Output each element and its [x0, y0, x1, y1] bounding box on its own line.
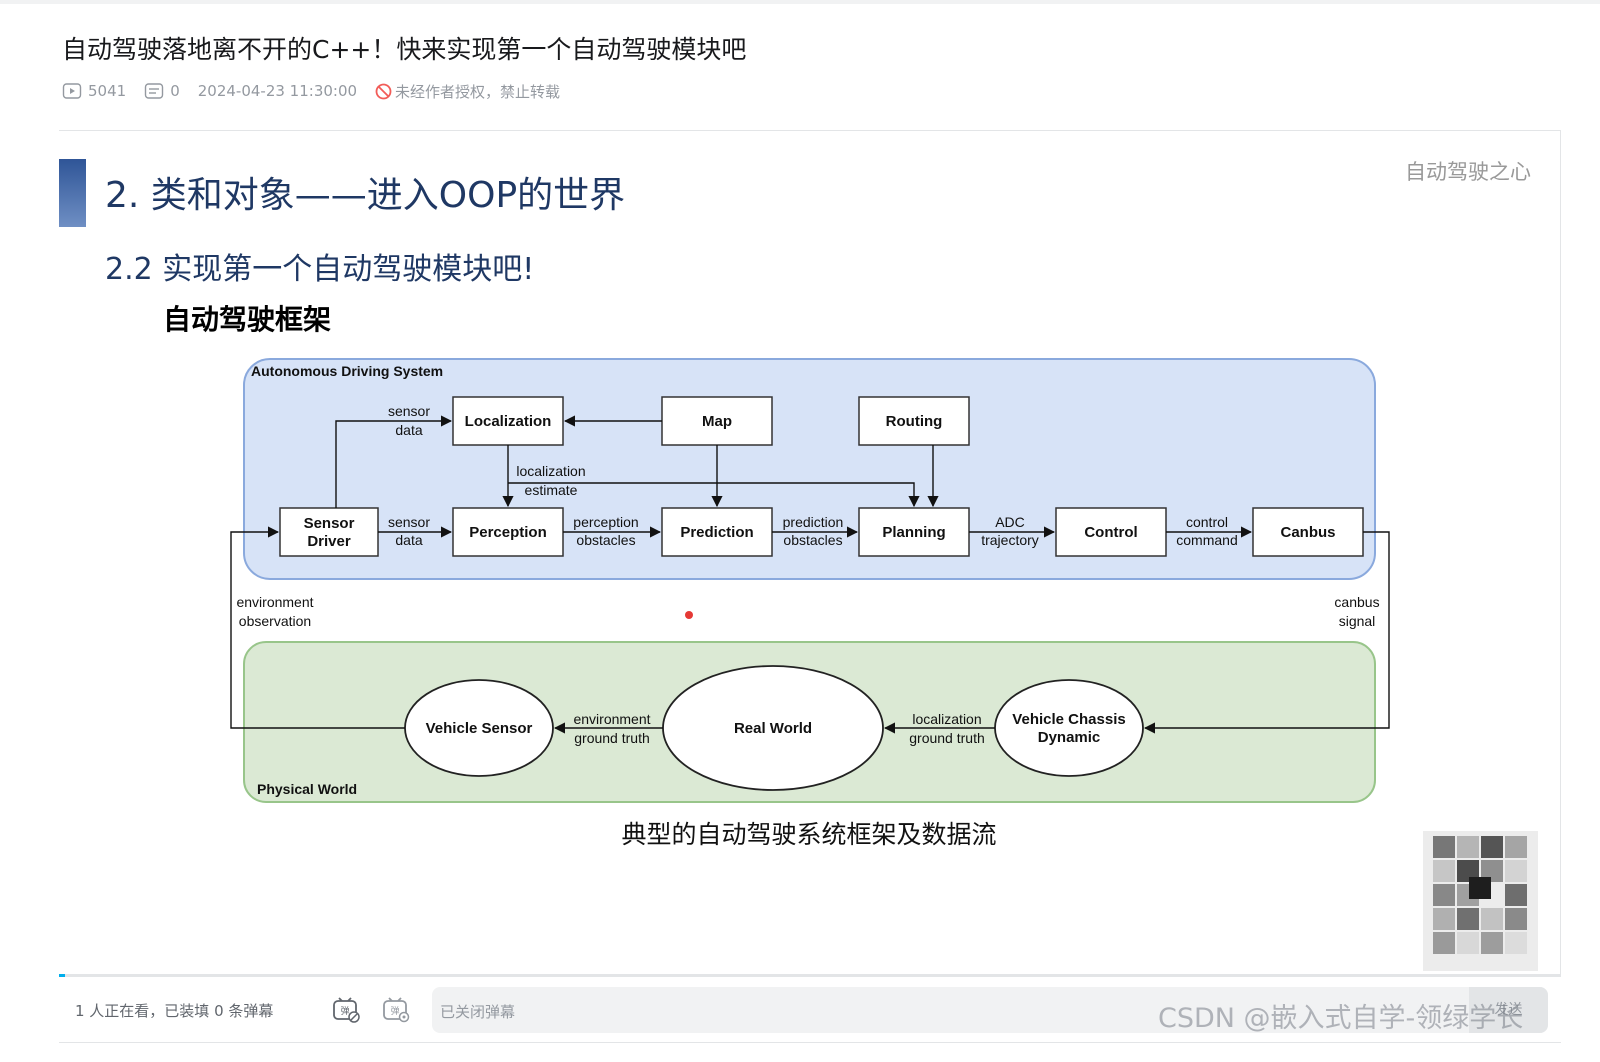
svg-text:弹: 弹	[340, 1005, 349, 1017]
danmaku-input-placeholder: 已关闭弹幕	[440, 1003, 516, 1021]
routing-label: Routing	[886, 413, 943, 430]
slide-canvas: 2. 类和对象——进入OOP的世界 2.2 实现第一个自动驾驶模块吧! 自动驾驶…	[59, 159, 1538, 971]
playback-progress-bar[interactable]	[59, 974, 1561, 977]
label-perception-obstacles-2: obstacles	[576, 532, 635, 548]
label-control-command-1: control	[1186, 514, 1228, 530]
vehicle-chassis-label-1: Vehicle Chassis	[1012, 711, 1125, 728]
diagram-caption: 典型的自动驾驶系统框架及数据流	[621, 820, 996, 849]
danmaku-toggle-button[interactable]: 弹	[331, 996, 361, 1024]
svg-text:弹: 弹	[390, 1005, 399, 1017]
play-count-icon	[62, 83, 82, 99]
danmaku-count: 0	[170, 82, 180, 100]
label-sensor-data-top-1: sensor	[388, 403, 430, 419]
vehicle-sensor-label: Vehicle Sensor	[426, 720, 533, 737]
label-perception-obstacles-1: perception	[573, 514, 638, 530]
label-sensor-data-2: data	[395, 532, 422, 548]
localization-label: Localization	[465, 413, 552, 430]
danmaku-icon	[144, 83, 164, 99]
label-canbus-signal-2: signal	[1339, 613, 1376, 629]
physical-label: Physical World	[257, 781, 357, 797]
sensor-driver-label-2: Driver	[307, 533, 351, 550]
real-world-label: Real World	[734, 720, 812, 737]
vehicle-chassis-label-2: Dynamic	[1038, 729, 1101, 746]
publish-datetime: 2024-04-23 11:30:00	[197, 82, 358, 100]
section-title: 自动驾驶框架	[163, 303, 331, 336]
video-player[interactable]: 2. 类和对象——进入OOP的世界 2.2 实现第一个自动驾驶模块吧! 自动驾驶…	[59, 130, 1561, 976]
top-divider	[0, 0, 1600, 4]
label-adc-trajectory-1: ADC	[995, 514, 1025, 530]
label-loc-ground-truth-1: localization	[912, 711, 981, 727]
label-prediction-obstacles-1: prediction	[783, 514, 844, 530]
heading-accent-bar	[59, 159, 86, 227]
label-prediction-obstacles-2: obstacles	[783, 532, 842, 548]
views-stat: 5041	[62, 82, 126, 100]
blurred-qr-code	[1423, 831, 1538, 971]
video-meta: 5041 0 2024-04-23 11:30:00 未经作者授权，禁止转载	[62, 80, 578, 102]
forbidden-icon	[375, 83, 392, 99]
label-environment-observation-1: environment	[236, 594, 313, 610]
playback-progress-fill	[59, 974, 65, 977]
views-count: 5041	[88, 82, 127, 100]
label-sensor-data-top-2: data	[395, 422, 422, 438]
danmaku-settings-icon: 弹	[383, 997, 410, 1023]
label-env-ground-truth-1: environment	[573, 711, 650, 727]
vehicle-chassis-node	[994, 679, 1144, 777]
label-env-ground-truth-2: ground truth	[574, 730, 650, 746]
danmaku-settings-button[interactable]: 弹	[381, 996, 411, 1024]
label-loc-ground-truth-2: ground truth	[909, 730, 985, 746]
prediction-label: Prediction	[680, 524, 753, 541]
watching-count: 1 人正在看，已装填 0 条弹幕	[75, 1002, 274, 1020]
system-label: Autonomous Driving System	[251, 363, 443, 379]
perception-label: Perception	[469, 524, 547, 541]
danmaku-switch-icon: 弹	[333, 997, 360, 1023]
control-label: Control	[1084, 524, 1137, 541]
label-localization-estimate-2: estimate	[525, 482, 578, 498]
label-control-command-2: command	[1176, 532, 1237, 548]
label-environment-observation-2: observation	[239, 613, 311, 629]
copyright-notice: 未经作者授权，禁止转载	[375, 81, 560, 102]
label-sensor-data-1: sensor	[388, 514, 430, 530]
slide-subheading: 2.2 实现第一个自动驾驶模块吧!	[105, 252, 534, 287]
slide-heading: 2. 类和对象——进入OOP的世界	[105, 175, 625, 216]
planning-label: Planning	[882, 524, 945, 541]
csdn-watermark: CSDN @嵌入式自学-领绿学长	[1158, 1003, 1524, 1034]
danmaku-stat: 0	[144, 82, 180, 100]
video-title: 自动驾驶落地离不开的C++！快来实现第一个自动驾驶模块吧	[62, 35, 747, 64]
label-canbus-signal-1: canbus	[1334, 594, 1379, 610]
copyright-text: 未经作者授权，禁止转载	[395, 82, 561, 101]
canbus-label: Canbus	[1280, 524, 1335, 541]
brand-label: 自动驾驶之心	[1405, 160, 1531, 184]
map-label: Map	[702, 413, 732, 430]
label-adc-trajectory-2: trajectory	[981, 532, 1039, 548]
sensor-driver-label-1: Sensor	[304, 515, 355, 532]
cursor-dot	[685, 611, 693, 619]
label-localization-estimate-1: localization	[516, 463, 585, 479]
